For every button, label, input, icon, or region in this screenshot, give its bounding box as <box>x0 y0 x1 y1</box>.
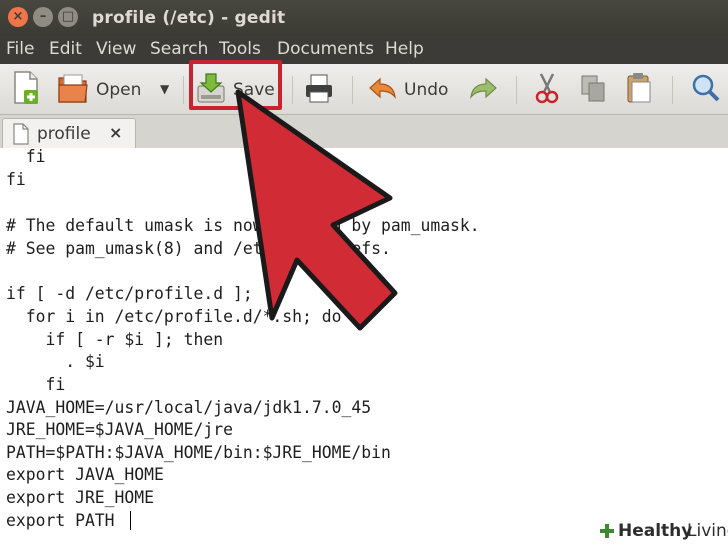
code-line: # See pam_umask(8) and /etc/login.defs. <box>6 239 391 258</box>
paste-button[interactable] <box>622 70 656 108</box>
new-document-icon <box>10 71 44 111</box>
undo-label: Undo <box>404 80 449 100</box>
toolbar-separator <box>183 76 184 104</box>
watermark-healthy: Healthy <box>618 521 693 541</box>
code-line: # The default umask is now handled by pa… <box>6 216 480 235</box>
menu-tools[interactable]: Tools <box>219 39 261 59</box>
minimize-window-button[interactable]: – <box>33 7 53 27</box>
code-line: fi <box>6 170 26 189</box>
code-line: PATH=$PATH:$JAVA_HOME/bin:$JRE_HOME/bin <box>6 443 391 462</box>
menu-documents[interactable]: Documents <box>277 39 374 59</box>
title-bar: × – □ profile (/etc) - gedit <box>0 0 728 36</box>
menu-help[interactable]: Help <box>385 39 424 59</box>
save-highlight-box <box>189 60 282 110</box>
code-line: fi <box>6 375 66 394</box>
code-line: for i in /etc/profile.d/*.sh; do <box>6 307 342 326</box>
open-dropdown-icon[interactable]: ▼ <box>160 82 169 96</box>
copy-button[interactable] <box>576 70 610 108</box>
maximize-window-button[interactable]: □ <box>58 7 78 27</box>
menu-view[interactable]: View <box>96 39 136 59</box>
code-line: fi <box>6 147 46 166</box>
toolbar-separator <box>352 76 353 104</box>
tab-bar: profile × <box>0 115 728 149</box>
healthy-living-watermark: Healthy Living <box>590 518 728 546</box>
code-line: export JAVA_HOME <box>6 465 164 484</box>
code-line: if [ -d /etc/profile.d ]; <box>6 284 253 303</box>
new-document-button[interactable] <box>10 70 44 108</box>
toolbar-separator <box>672 76 673 104</box>
cut-button[interactable] <box>530 70 564 108</box>
print-button[interactable] <box>302 70 338 108</box>
watermark-living: Living <box>687 521 728 541</box>
menu-bar: File Edit View Search Tools Documents He… <box>0 36 728 64</box>
text-editor[interactable]: fi fi # The default umask is now handled… <box>0 147 728 546</box>
find-button[interactable] <box>688 70 722 108</box>
toolbar-separator <box>516 76 517 104</box>
code-line: if [ -r $i ]; then <box>6 330 224 349</box>
close-window-button[interactable]: × <box>8 7 28 27</box>
open-button[interactable]: Open ▼ <box>56 70 186 108</box>
tab-label: profile <box>37 124 91 144</box>
window-title: profile (/etc) - gedit <box>92 8 286 28</box>
undo-button[interactable]: Undo <box>366 70 456 108</box>
menu-edit[interactable]: Edit <box>49 39 82 59</box>
toolbar-separator <box>292 76 293 104</box>
open-label: Open <box>96 80 142 100</box>
menu-file[interactable]: File <box>6 39 34 59</box>
code-line: JRE_HOME=$JAVA_HOME/jre <box>6 420 233 439</box>
menu-search[interactable]: Search <box>150 39 208 59</box>
text-cursor <box>130 511 131 530</box>
code-line: JAVA_HOME=/usr/local/java/jdk1.7.0_45 <box>6 398 372 417</box>
close-tab-icon[interactable]: × <box>109 123 122 142</box>
code-line: export JRE_HOME <box>6 488 155 507</box>
redo-button[interactable] <box>466 70 500 108</box>
toolbar: Open ▼ Save Undo <box>0 64 728 115</box>
code-line: export PATH <box>6 511 115 530</box>
code-line: . $i <box>6 352 105 371</box>
